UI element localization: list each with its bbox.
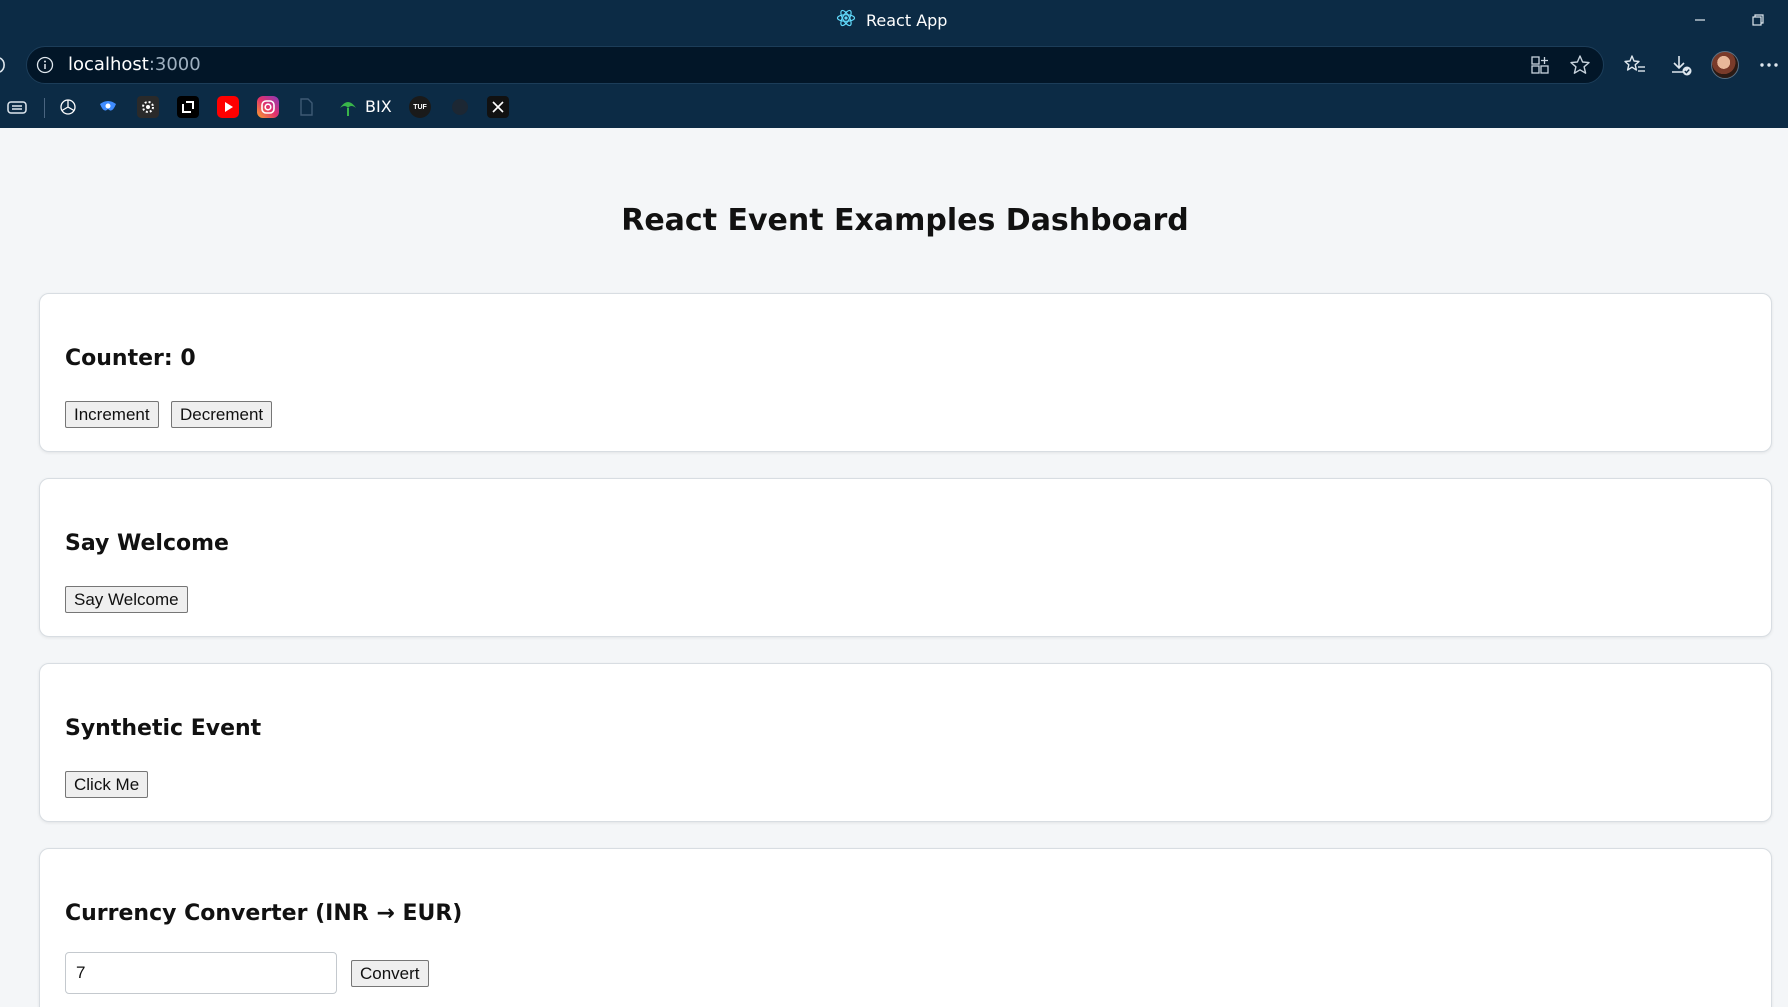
welcome-heading: Say Welcome [65,531,229,556]
bookmark-x-icon[interactable] [487,96,509,118]
counter-heading: Counter: 0 [65,346,196,371]
click-me-button[interactable]: Click Me [65,771,149,798]
bookmark-square-app-icon[interactable] [177,96,199,118]
more-icon [1760,63,1778,67]
bookmark-tuf-icon[interactable]: TUF [409,96,431,118]
reload-icon[interactable] [0,54,8,76]
minimize-icon [1695,19,1705,21]
app-available-button[interactable] [1527,52,1553,78]
url-host: localhost [68,54,149,75]
more-menu-button[interactable] [1754,50,1784,80]
bookmark-bix-icon[interactable] [337,96,359,118]
convert-button[interactable]: Convert [351,960,429,987]
restore-button[interactable] [1738,6,1778,34]
star-icon [1570,55,1590,74]
decrement-button[interactable]: Decrement [171,401,273,428]
favorites-icon [1624,55,1645,72]
synthetic-event-heading: Synthetic Event [65,716,262,741]
site-info-icon[interactable] [36,56,54,74]
amount-input[interactable] [65,952,337,994]
bookmark-blue-app-icon[interactable] [97,96,119,118]
app-grid-icon [1531,56,1549,74]
title-bar: React App [0,0,1788,40]
profile-avatar[interactable] [1711,51,1739,79]
address-bar[interactable] [26,46,1604,84]
minimize-button[interactable] [1680,6,1720,34]
bookmark-collections-icon[interactable] [6,96,28,118]
url-port: :3000 [148,54,201,75]
window-title: React App [836,8,947,32]
favorites-button[interactable] [1620,50,1650,80]
downloads-button[interactable] [1666,50,1696,80]
browser-chrome: React App localhost:3000 BIX TUF [0,0,1788,128]
tab-title: React App [866,10,948,30]
bookmark-tuf-label: TUF [413,103,427,111]
bookmark-instagram-icon[interactable] [257,96,279,118]
counter-card: Counter: 0 Increment Decrement [39,293,1772,452]
synthetic-event-card: Synthetic Event Click Me [39,663,1772,822]
bookmark-bix-label[interactable]: BIX [365,97,392,116]
url-text[interactable]: localhost:3000 [68,54,201,76]
download-icon [1672,56,1692,76]
welcome-card: Say Welcome Say Welcome [39,478,1772,637]
bookmark-github-icon[interactable] [449,96,471,118]
increment-button[interactable]: Increment [65,401,159,428]
currency-converter-heading: Currency Converter (INR → EUR) [65,901,463,926]
favorite-star-button[interactable] [1567,52,1593,78]
bookmark-doc-icon[interactable] [295,96,317,118]
bookmark-separator [44,98,45,118]
page-title: React Event Examples Dashboard [621,203,1189,238]
currency-converter-card: Currency Converter (INR → EUR) Convert [39,848,1772,1007]
bookmark-gear-app-icon[interactable] [137,96,159,118]
react-logo-icon [836,8,856,33]
bookmark-youtube-icon[interactable] [217,96,239,118]
restore-icon [1752,14,1764,26]
say-welcome-button[interactable]: Say Welcome [65,586,188,613]
bookmark-openai-icon[interactable] [57,96,79,118]
